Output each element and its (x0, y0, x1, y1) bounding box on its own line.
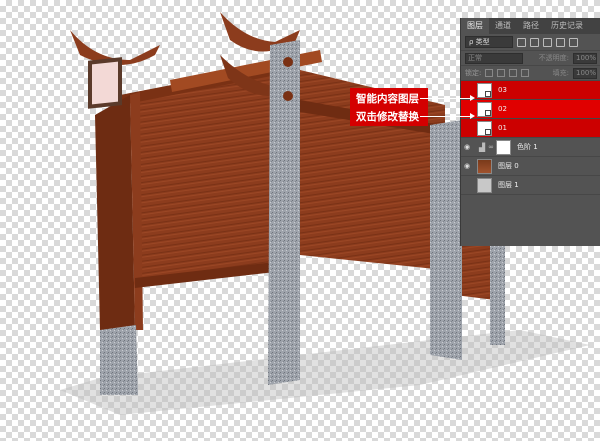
visibility-toggle[interactable]: ● (461, 181, 473, 189)
layer-row[interactable]: ● 02 (461, 100, 600, 119)
lock-all-icon[interactable] (521, 69, 530, 77)
far-granite-column (490, 240, 505, 345)
main-wood-panel (130, 68, 280, 285)
eye-icon[interactable]: ◉ (461, 143, 473, 151)
tab-history[interactable]: 历史记录 (545, 18, 589, 34)
lock-label: 锁定: (465, 69, 482, 77)
filter-kind-select[interactable]: ρ 类型 (465, 36, 513, 48)
filter-shape-icon[interactable] (556, 37, 565, 47)
smart-object-callout: 智能内容图层 双击修改替换 (350, 88, 428, 126)
blend-row: 正常 不透明度: 100% (461, 51, 600, 66)
filter-smart-object-icon[interactable] (569, 37, 578, 47)
layer-name: 02 (498, 105, 507, 113)
visibility-toggle[interactable]: ● (461, 86, 473, 94)
layer-row[interactable]: ● 01 (461, 119, 600, 138)
left-wood-post (95, 95, 135, 330)
layer-name: 03 (498, 86, 507, 94)
layer-thumb (477, 177, 492, 193)
visibility-toggle[interactable]: ● (461, 124, 473, 132)
panel-tabs: 图层 通道 路径 历史记录 (461, 18, 600, 34)
callout-line-2: 双击修改替换 (356, 111, 419, 123)
arrow-right-icon (470, 113, 475, 119)
center-granite-column (268, 40, 300, 385)
layer-list: ● 03 ● 02 ● 01 ◉ ▟ ∞ 色阶 1 ◉ 图层 0 ● (461, 81, 600, 195)
filter-pixel-icon[interactable] (517, 37, 526, 47)
tab-paths[interactable]: 路径 (517, 18, 545, 34)
ground-shadow (60, 330, 590, 415)
smart-object-thumb (477, 120, 492, 136)
link-chain-icon[interactable]: ∞ (488, 143, 494, 151)
lock-row: 锁定: 填充: 100% (461, 66, 600, 81)
layers-panel: 图层 通道 路径 历史记录 ρ 类型 正常 不透明度: 100% 锁定: 填充:… (460, 18, 600, 246)
smart-object-thumb (477, 101, 492, 117)
layer-name: 01 (498, 124, 507, 132)
layer-name: 色阶 1 (517, 143, 538, 151)
layer-row[interactable]: ◉ 图层 0 (461, 157, 600, 176)
layer-thumb (477, 158, 492, 174)
left-granite-base (100, 325, 138, 395)
arrow-line (420, 116, 472, 117)
fill-field[interactable]: 100% (573, 67, 597, 79)
tab-channels[interactable]: 通道 (489, 18, 517, 34)
arrow-right-icon (470, 95, 475, 101)
layer-row[interactable]: ◉ ▟ ∞ 色阶 1 (461, 138, 600, 157)
right-granite-column (430, 120, 462, 360)
filter-row: ρ 类型 (461, 34, 600, 51)
fill-label: 填充: (552, 69, 569, 77)
callout-line-1: 智能内容图层 (356, 93, 419, 105)
visibility-toggle[interactable]: ● (461, 105, 473, 113)
levels-adjustment-icon: ▟ (479, 142, 486, 152)
eye-icon[interactable]: ◉ (461, 162, 473, 170)
smart-object-thumb (477, 82, 492, 98)
layer-name: 图层 0 (498, 162, 519, 170)
layer-name: 图层 1 (498, 181, 519, 189)
tab-layers[interactable]: 图层 (461, 18, 489, 34)
lock-position-icon[interactable] (509, 69, 518, 77)
layer-mask-thumb[interactable] (496, 139, 511, 155)
filter-adjustment-icon[interactable] (530, 37, 539, 47)
opacity-field[interactable]: 100% (573, 52, 597, 64)
opacity-label: 不透明度: (538, 54, 569, 62)
layer-row[interactable]: ● 03 (461, 81, 600, 100)
lock-transparency-icon[interactable] (485, 69, 494, 77)
filter-type-icon[interactable] (543, 37, 552, 47)
lock-pixels-icon[interactable] (497, 69, 506, 77)
lantern (88, 57, 122, 109)
arrow-line (420, 98, 472, 99)
blend-mode-select[interactable]: 正常 (465, 52, 523, 64)
layer-row[interactable]: ● 图层 1 (461, 176, 600, 195)
